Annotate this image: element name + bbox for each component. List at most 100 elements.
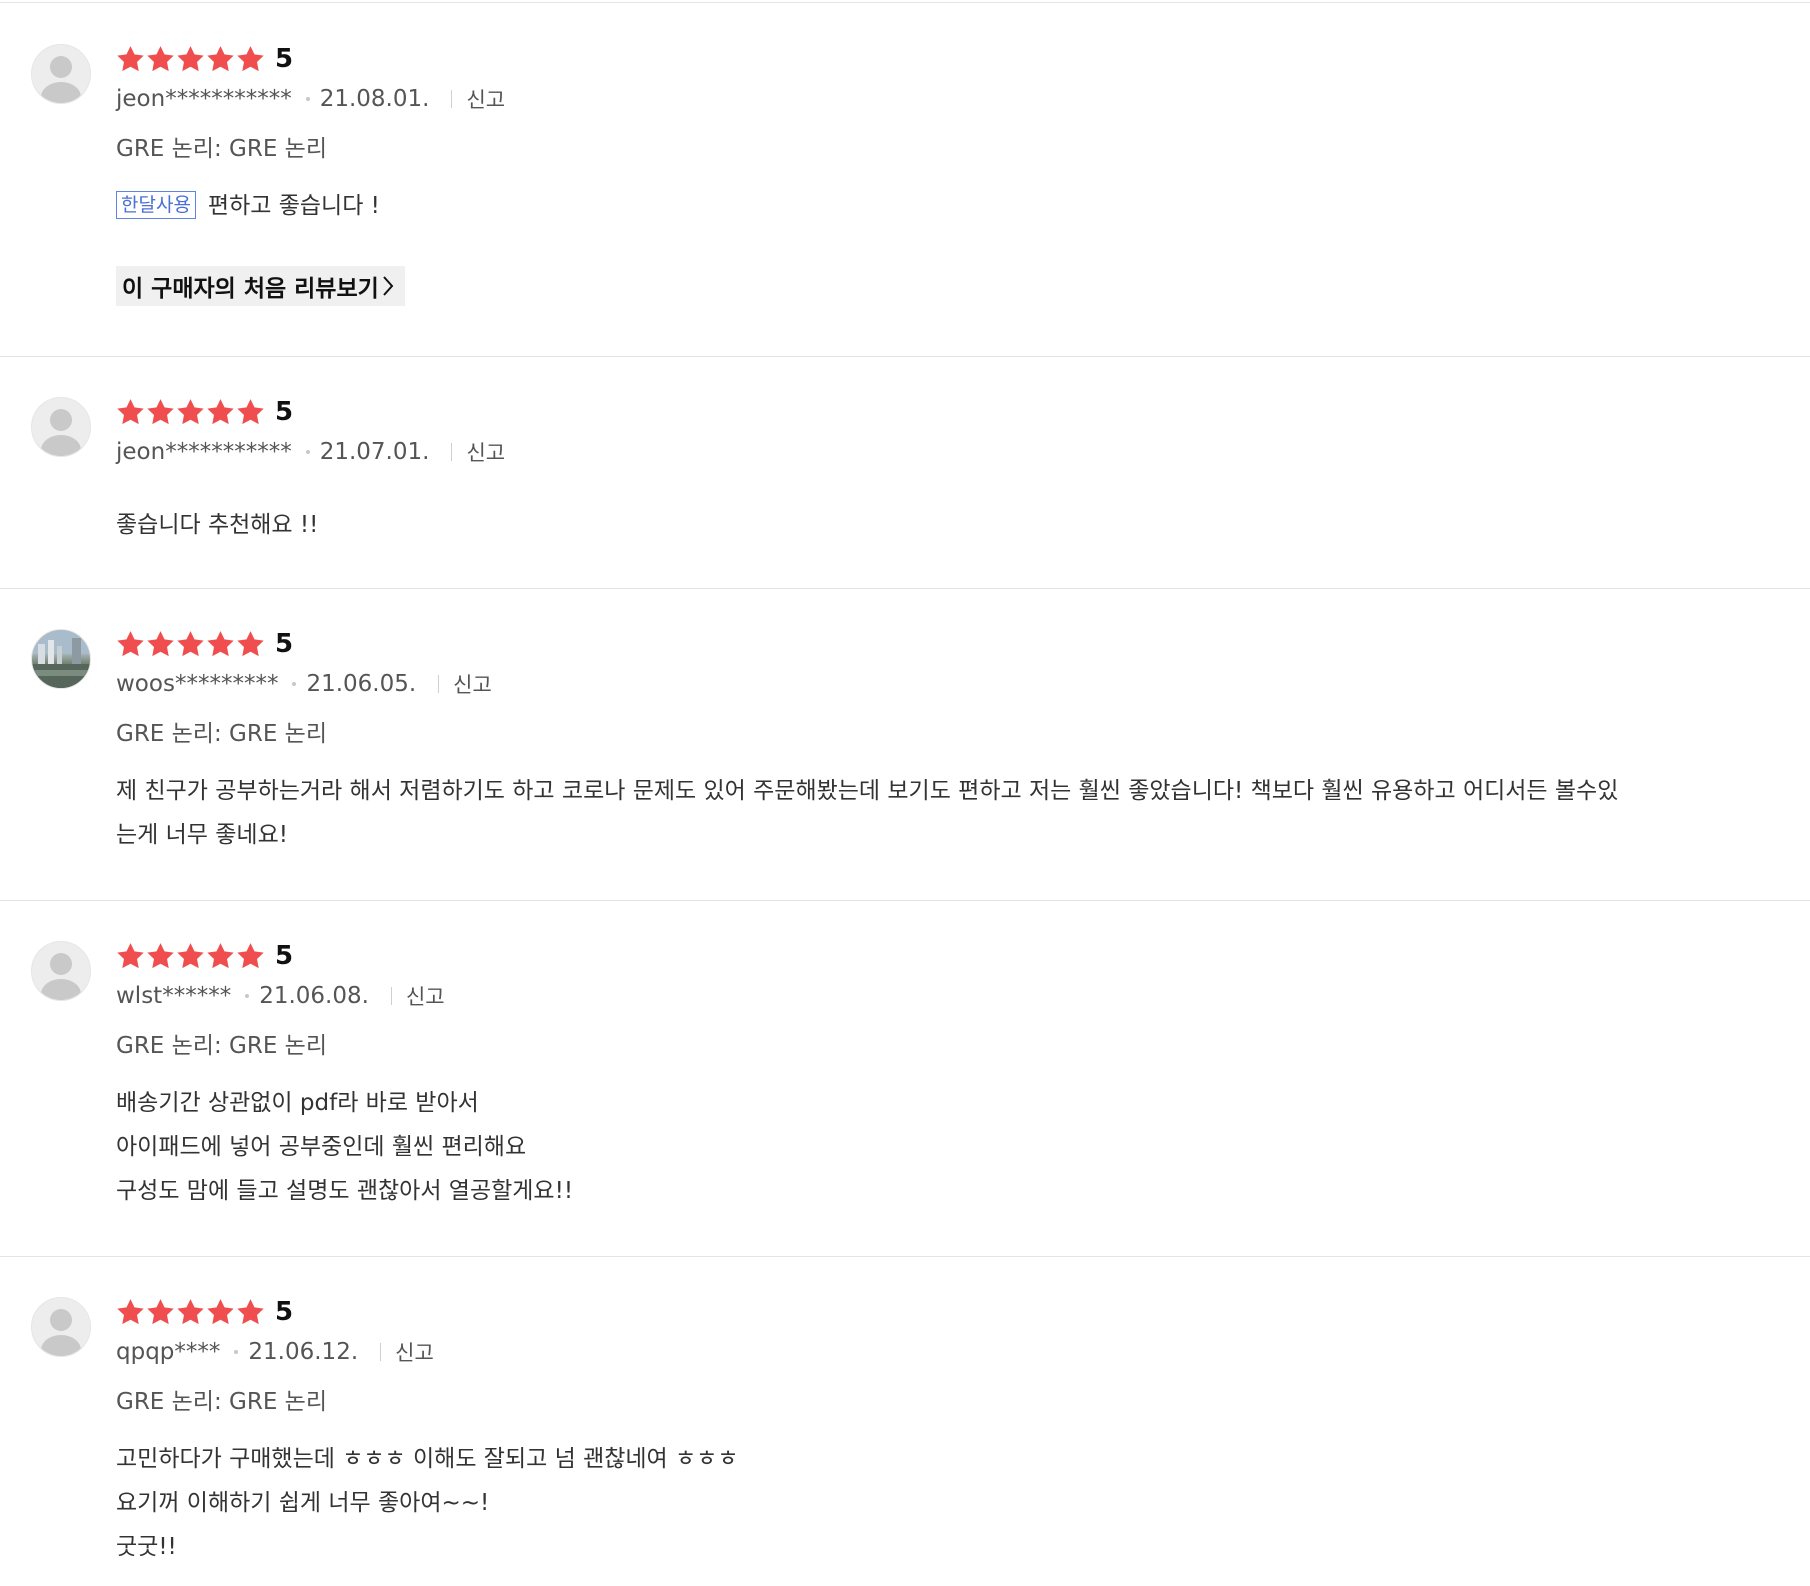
star-rating (116, 942, 265, 970)
star-icon (176, 398, 205, 426)
reviewer-id: wlst****** (116, 983, 232, 1009)
report-button[interactable]: 신고 (453, 669, 492, 699)
star-icon (206, 45, 235, 73)
meta-divider (451, 443, 453, 461)
meta-dot (305, 97, 310, 101)
rating-row: 5 (116, 629, 293, 659)
review-text: 좋습니다 추천해요 !! (116, 512, 319, 538)
star-icon (236, 398, 265, 426)
review-meta: wlst****** 21.06.08. 신고 (116, 981, 445, 1011)
star-icon (236, 942, 265, 970)
usage-badge: 한달사용 (116, 191, 196, 219)
meta-dot (234, 1350, 239, 1354)
review-date: 21.08.01. (319, 86, 430, 112)
review-text-line: 아이패드에 넣어 공부중인데 훨씬 편리해요 (116, 1134, 527, 1160)
review-content: 고민하다가 구매했는데 ㅎㅎㅎ 이해도 잘되고 넘 괜찮네여 ㅎㅎㅎ 요기꺼 이… (116, 1437, 1716, 1569)
star-icon (116, 630, 145, 658)
star-rating (116, 1298, 265, 1326)
product-option: GRE 논리: GRE 논리 (116, 1033, 327, 1059)
rating-score: 5 (275, 941, 294, 971)
star-icon (206, 630, 235, 658)
product-option: GRE 논리: GRE 논리 (116, 136, 327, 162)
star-icon (146, 398, 175, 426)
review-text-line: 구성도 맘에 들고 설명도 괜찮아서 열공할게요!! (116, 1178, 574, 1204)
rating-score: 5 (275, 397, 294, 427)
chevron-right-icon (383, 276, 394, 296)
review-item: 5 jeon*********** 21.07.01. 신고 좋습니다 추천해요… (0, 357, 1810, 589)
review-item: 5 qpqp**** 21.06.12. 신고 GRE 논리: GRE 논리 고… (0, 1257, 1810, 1586)
star-icon (236, 45, 265, 73)
first-review-label: 이 구매자의 처음 리뷰보기 (122, 276, 379, 302)
review-text-line: 배송기간 상관없이 pdf라 바로 받아서 (116, 1090, 479, 1116)
star-icon (236, 1298, 265, 1326)
star-icon (146, 630, 175, 658)
review-content: 좋습니다 추천해요 !! (116, 503, 1716, 547)
review-item: 5 wlst****** 21.06.08. 신고 GRE 논리: GRE 논리… (0, 901, 1810, 1257)
star-icon (176, 630, 205, 658)
review-meta: jeon*********** 21.07.01. 신고 (116, 437, 505, 467)
review-text-line: 굿굿!! (116, 1534, 177, 1560)
default-avatar-icon (31, 1297, 91, 1357)
review-date: 21.07.01. (319, 439, 430, 465)
default-avatar-icon (31, 44, 91, 104)
report-button[interactable]: 신고 (466, 437, 505, 467)
review-item: 5 woos********* 21.06.05. 신고 GRE 논리: GRE… (0, 589, 1810, 901)
star-icon (176, 45, 205, 73)
star-rating (116, 630, 265, 658)
star-icon (206, 398, 235, 426)
rating-score: 5 (275, 44, 294, 74)
review-text: 편하고 좋습니다 ! (207, 193, 380, 219)
review-meta: woos********* 21.06.05. 신고 (116, 669, 492, 699)
profile-photo-avatar (31, 629, 91, 689)
meta-divider (380, 1343, 382, 1361)
first-review-button[interactable]: 이 구매자의 처음 리뷰보기 (116, 266, 405, 306)
review-content: 제 친구가 공부하는거라 해서 저렴하기도 하고 코로나 문제도 있어 주문해봤… (116, 769, 1716, 857)
star-icon (176, 1298, 205, 1326)
reviewer-id: qpqp**** (116, 1339, 221, 1365)
review-meta: jeon*********** 21.08.01. 신고 (116, 84, 505, 114)
meta-dot (292, 682, 297, 686)
review-item: 5 jeon*********** 21.08.01. 신고 GRE 논리: G… (0, 0, 1810, 357)
meta-dot (305, 450, 310, 454)
review-content: 한달사용 편하고 좋습니다 ! (116, 184, 1716, 228)
reviewer-id: woos********* (116, 671, 279, 697)
report-button[interactable]: 신고 (406, 981, 445, 1011)
default-avatar-icon (31, 941, 91, 1001)
review-date: 21.06.05. (306, 671, 417, 697)
product-option: GRE 논리: GRE 논리 (116, 1389, 327, 1415)
default-avatar-icon (31, 397, 91, 457)
star-icon (206, 942, 235, 970)
rating-row: 5 (116, 397, 293, 427)
product-option: GRE 논리: GRE 논리 (116, 721, 327, 747)
star-icon (116, 45, 145, 73)
star-icon (236, 630, 265, 658)
star-icon (146, 942, 175, 970)
meta-divider (451, 90, 453, 108)
star-icon (146, 45, 175, 73)
rating-row: 5 (116, 1297, 293, 1327)
review-meta: qpqp**** 21.06.12. 신고 (116, 1337, 434, 1367)
rating-score: 5 (275, 629, 294, 659)
star-icon (116, 1298, 145, 1326)
report-button[interactable]: 신고 (395, 1337, 434, 1367)
star-rating (116, 45, 265, 73)
meta-divider (390, 987, 392, 1005)
rating-row: 5 (116, 941, 293, 971)
review-date: 21.06.08. (259, 983, 369, 1009)
report-button[interactable]: 신고 (466, 84, 505, 114)
star-icon (116, 398, 145, 426)
rating-score: 5 (275, 1297, 294, 1327)
star-icon (146, 1298, 175, 1326)
meta-divider (438, 675, 440, 693)
star-icon (206, 1298, 235, 1326)
review-content: 배송기간 상관없이 pdf라 바로 받아서 아이패드에 넣어 공부중인데 훨씬 … (116, 1081, 1716, 1213)
review-text-line: 고민하다가 구매했는데 ㅎㅎㅎ 이해도 잘되고 넘 괜찮네여 ㅎㅎㅎ (116, 1446, 739, 1472)
review-text-line: 제 친구가 공부하는거라 해서 저렴하기도 하고 코로나 문제도 있어 주문해봤… (116, 778, 1619, 804)
review-date: 21.06.12. (248, 1339, 359, 1365)
review-text-line: 요기꺼 이해하기 쉽게 너무 좋아여~~! (116, 1490, 490, 1516)
star-icon (176, 942, 205, 970)
reviewer-id: jeon*********** (116, 86, 292, 112)
star-rating (116, 398, 265, 426)
review-text-line: 는게 너무 좋네요! (116, 822, 288, 848)
reviewer-id: jeon*********** (116, 439, 292, 465)
